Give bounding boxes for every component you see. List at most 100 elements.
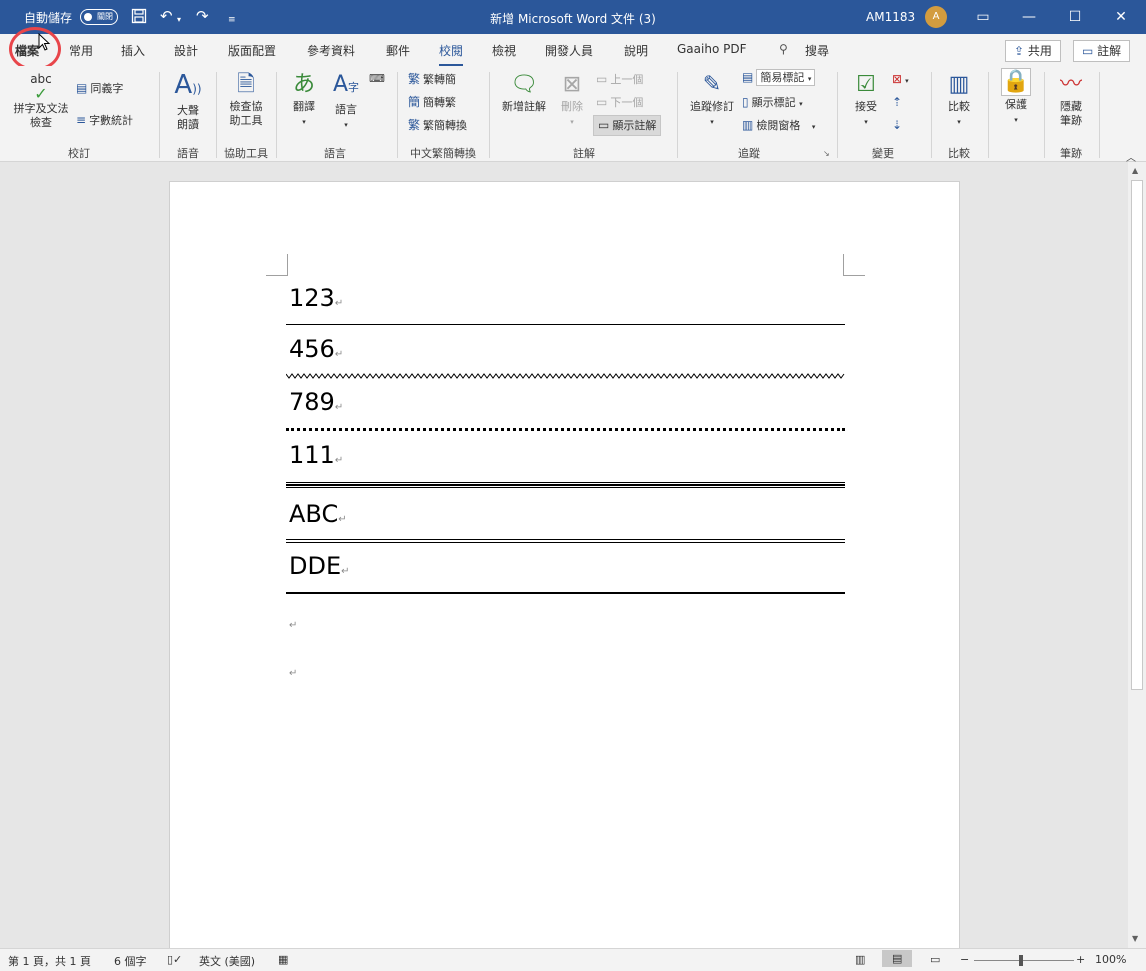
chinese-conversion-button[interactable]: 繁繁簡轉換 — [408, 118, 467, 133]
crop-mark-top-left — [266, 254, 288, 276]
accept-button[interactable]: ☑ 接受 ▾ — [846, 72, 886, 129]
scroll-down-icon[interactable]: ▼ — [1132, 934, 1138, 943]
tab-design[interactable]: 設計 — [174, 42, 198, 59]
tab-gaaiho-pdf[interactable]: Gaaiho PDF — [677, 42, 746, 56]
customize-qat-icon[interactable]: ≡ — [228, 12, 236, 28]
separator — [931, 72, 932, 158]
minimize-icon[interactable]: — — [1006, 0, 1052, 34]
dialog-launcher-icon[interactable]: ↘ — [823, 147, 830, 161]
compare-button[interactable]: ▥ 比較 ▾ — [939, 72, 979, 129]
markup-view-dropdown[interactable]: ▤ 簡易標記 ▾ — [742, 69, 816, 86]
crop-mark-top-right — [843, 254, 865, 276]
spelling-grammar-button[interactable]: abc ✓ 拼字及文法檢查 — [8, 72, 74, 130]
read-mode-icon[interactable]: ▥ — [855, 953, 865, 966]
tab-layout[interactable]: 版面配置 — [228, 42, 276, 59]
scrollbar-thumb[interactable] — [1131, 180, 1143, 690]
chevron-down-icon: ▾ — [864, 118, 868, 126]
user-name[interactable]: AM1183 — [866, 10, 915, 24]
protect-icon: 🔒 — [1001, 68, 1031, 96]
document-line-4[interactable]: 111↵ — [289, 441, 343, 469]
document-line-5[interactable]: ABC↵ — [289, 500, 347, 528]
simp-to-trad-icon: 簡 — [408, 95, 421, 109]
page-info[interactable]: 第 1 頁，共 1 頁 — [8, 953, 91, 969]
zoom-slider-thumb[interactable] — [1019, 955, 1023, 966]
tab-references[interactable]: 參考資料 — [307, 42, 355, 59]
redo-icon[interactable]: ↷ — [196, 8, 209, 24]
zoom-out-icon[interactable]: − — [960, 953, 969, 966]
empty-paragraph-mark[interactable]: ↵ — [289, 620, 297, 631]
show-markup-button[interactable]: ▯ 顯示標記 ▾ — [742, 95, 803, 111]
undo-dropdown-icon[interactable]: ▾ — [177, 12, 181, 28]
comments-button[interactable]: ▭ 註解 — [1073, 40, 1131, 62]
tab-help[interactable]: 說明 — [624, 42, 648, 59]
search-box[interactable]: 搜尋 — [805, 42, 829, 59]
previous-change-button[interactable]: ⇡ — [892, 95, 905, 110]
language-icon: A字 — [332, 72, 360, 97]
title-bar: 自動儲存 關閉 ↶ ▾ ↷ ≡ 新增 Microsoft Word 文件 (3)… — [0, 0, 1146, 34]
next-change-button[interactable]: ⇣ — [892, 118, 905, 133]
previous-comment-button[interactable]: ▭ 上一個 — [596, 72, 643, 87]
group-label-compare: 比較 — [948, 147, 970, 160]
translate-button[interactable]: あ 翻譯 ▾ — [284, 72, 324, 129]
separator — [159, 72, 160, 158]
maximize-icon[interactable]: ☐ — [1052, 0, 1098, 34]
undo-icon[interactable]: ↶ — [160, 8, 173, 24]
close-icon[interactable]: ✕ — [1098, 0, 1144, 34]
protect-button[interactable]: 🔒 保護 ▾ — [996, 68, 1036, 127]
check-accessibility-button[interactable]: 🗎 檢查協助工具 — [222, 72, 270, 128]
empty-paragraph-mark[interactable]: ↵ — [289, 668, 297, 679]
show-comments-button[interactable]: ▭ 顯示註解 — [593, 115, 662, 136]
save-icon[interactable] — [131, 8, 147, 27]
language-status[interactable]: 英文 (美國) — [199, 953, 255, 969]
vertical-scrollbar[interactable]: ▲ ▼ — [1128, 162, 1146, 948]
search-icon[interactable]: ⚲ — [779, 42, 788, 56]
document-page[interactable]: 123↵ 456↵ 789↵ 111↵ ABC↵ DDE↵ ↵ ↵ — [169, 181, 960, 951]
keyboard-icon[interactable]: ⌨ — [369, 72, 385, 86]
reject-button[interactable]: ⊠ ▾ — [892, 72, 909, 88]
border-double-line — [286, 539, 845, 543]
language-button[interactable]: A字 語言 ▾ — [326, 72, 366, 132]
previous-comment-icon: ▭ — [596, 72, 608, 86]
scroll-up-icon[interactable]: ▲ — [1132, 166, 1138, 175]
zoom-in-icon[interactable]: + — [1076, 953, 1085, 966]
document-line-3[interactable]: 789↵ — [289, 388, 343, 416]
hide-ink-button[interactable]: 〰 隱藏筆跡 — [1050, 72, 1092, 128]
proofing-status-icon[interactable]: ▯✓ — [167, 953, 182, 966]
hide-ink-icon: 〰 — [1059, 72, 1082, 97]
tab-mailings[interactable]: 郵件 — [386, 42, 410, 59]
thesaurus-button[interactable]: ▤ 同義字 — [76, 81, 123, 96]
mouse-cursor-icon — [38, 33, 51, 51]
trad-to-simp-button[interactable]: 繁繁轉簡 — [408, 72, 456, 87]
zoom-slider[interactable] — [974, 960, 1074, 961]
read-aloud-button[interactable]: A)) 大聲朗讀 — [166, 72, 210, 132]
group-label-tracking: 追蹤 — [738, 147, 760, 160]
tab-insert[interactable]: 插入 — [121, 42, 145, 59]
track-changes-button[interactable]: ✎ 追蹤修訂 ▾ — [684, 72, 740, 129]
word-count-button[interactable]: ≡ 字數統計 — [76, 113, 133, 128]
share-button[interactable]: ⇪ 共用 — [1005, 40, 1061, 62]
avatar[interactable]: A — [925, 6, 947, 28]
document-line-2[interactable]: 456↵ — [289, 335, 343, 363]
tab-view[interactable]: 檢視 — [492, 42, 516, 59]
document-line-1[interactable]: 123↵ — [289, 284, 343, 312]
print-layout-icon[interactable]: ▤ — [882, 950, 913, 967]
new-comment-button[interactable]: 🗨 新增註解 — [496, 72, 552, 114]
chevron-down-icon: ▾ — [905, 77, 909, 85]
tab-developer[interactable]: 開發人員 — [545, 42, 593, 59]
zoom-level[interactable]: 100% — [1095, 953, 1126, 966]
ribbon: abc ✓ 拼字及文法檢查 ▤ 同義字 ≡ 字數統計 校訂 A)) 大聲朗讀 語音 … — [0, 66, 1146, 164]
read-aloud-icon: A)) — [174, 70, 202, 100]
tab-review[interactable]: 校閱 — [439, 42, 464, 66]
group-label-changes: 變更 — [872, 147, 894, 160]
reviewing-pane-button[interactable]: ▥ 檢閱窗格 ▾ — [742, 118, 815, 134]
tab-home[interactable]: 常用 — [69, 42, 93, 59]
web-layout-icon[interactable]: ▭ — [930, 953, 940, 966]
document-line-6[interactable]: DDE↵ — [289, 552, 350, 580]
delete-comment-button[interactable]: ⊠ 刪除 ▾ — [554, 72, 590, 129]
word-count[interactable]: 6 個字 — [114, 953, 147, 969]
next-comment-button[interactable]: ▭ 下一個 — [596, 95, 643, 110]
autosave-toggle[interactable]: 關閉 — [80, 9, 118, 25]
ribbon-display-icon[interactable]: ▭ — [960, 0, 1006, 34]
simp-to-trad-button[interactable]: 簡簡轉繁 — [408, 95, 456, 110]
macro-record-icon[interactable]: ▦ — [278, 953, 288, 966]
